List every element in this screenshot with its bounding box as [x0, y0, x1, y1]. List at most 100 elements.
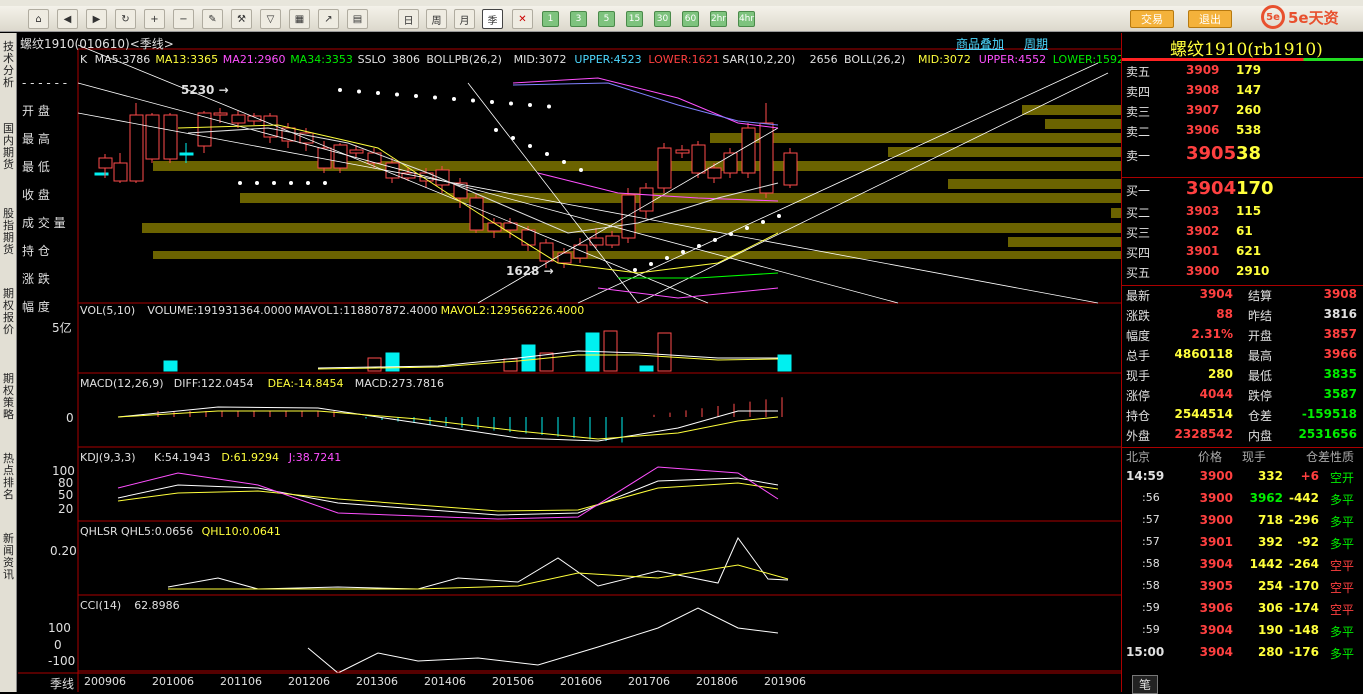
candle-body — [213, 112, 228, 116]
macd-axis-label: 0 — [66, 411, 74, 425]
chart-canvas — [18, 44, 1121, 692]
tick-volume: 254 — [1257, 579, 1283, 593]
sidebar-tab-5[interactable]: 热点排名 — [1, 453, 16, 501]
volume-profile-bar — [1111, 208, 1121, 218]
orange-button-交易[interactable]: 交易 — [1130, 10, 1174, 28]
sidebar-menu-item[interactable]: 最 高 — [22, 125, 76, 153]
sidebar-tab-3[interactable]: 期权报价 — [1, 288, 16, 336]
volume-bar — [639, 365, 654, 372]
home-icon[interactable]: ⌂ — [28, 9, 49, 29]
xaxis-tick: 201106 — [220, 675, 262, 688]
stat-label: 涨停 — [1126, 389, 1151, 403]
sidebar-menu-item[interactable]: 成 交 量 — [22, 209, 76, 237]
ask-price: 3908 — [1186, 83, 1220, 97]
sar-dot — [562, 160, 566, 164]
period-button-3[interactable]: 3 — [570, 11, 587, 27]
chart-icon[interactable]: ↗ — [318, 9, 339, 29]
stat-value: 2544514 — [1174, 407, 1233, 421]
bid-price: 3904 — [1186, 178, 1237, 199]
ma21-value: MA21:2960 — [222, 53, 286, 66]
period-button-4hr[interactable]: 4hr — [738, 11, 755, 27]
sar-dot — [323, 181, 327, 185]
period-button-2hr[interactable]: 2hr — [710, 11, 727, 27]
zoom-out-icon[interactable]: − — [173, 9, 194, 29]
sidebar-tab-0[interactable]: 技术分析 — [1, 41, 16, 89]
candle-body — [179, 152, 194, 156]
tick-time: :57 — [1142, 513, 1160, 526]
tick-volume: 392 — [1257, 535, 1283, 549]
bollpb-upper: UPPER:4523 — [574, 53, 642, 66]
sidebar-menu-item[interactable]: 开 盘 — [22, 97, 76, 125]
sidebar-menu-item[interactable]: 最 低 — [22, 153, 76, 181]
mavol2-value: MAVOL2:129566226.4000 — [440, 304, 585, 317]
boll-upper-line — [512, 77, 779, 129]
bottom-tab[interactable]: 笔 — [1132, 675, 1159, 694]
candle-body — [675, 149, 690, 154]
period-button-60[interactable]: 60 — [682, 11, 699, 27]
sidebar-tab-1[interactable]: 国内期货 — [1, 123, 16, 171]
sidebar-tab-2[interactable]: 股指期货 — [1, 208, 16, 256]
tick-volume: 190 — [1257, 623, 1283, 637]
tick-price: 3900 — [1199, 491, 1233, 505]
cci-label: CCI(14) — [80, 599, 122, 612]
volume-bar — [603, 330, 618, 372]
sar-dot — [547, 104, 551, 109]
tick-nature: 多平 — [1330, 537, 1355, 551]
tool-icon[interactable]: ⚒ — [231, 9, 252, 29]
calendar-icon[interactable]: ▤ — [347, 9, 368, 29]
forward-icon[interactable]: ▶ — [86, 9, 107, 29]
kdj-label: KDJ(9,3,3) — [80, 451, 136, 464]
stat-value: 3904 — [1199, 287, 1233, 301]
table-icon[interactable]: ▦ — [289, 9, 310, 29]
period-link[interactable]: 周期 — [1024, 35, 1048, 52]
candle-body — [333, 144, 348, 169]
sar-dot — [633, 268, 637, 272]
quote-title: 螺纹1910(rb1910) — [1170, 40, 1323, 60]
kdj-k: K:54.1943 — [154, 451, 211, 464]
period-button-周[interactable]: 周 — [426, 9, 447, 29]
sar-dot — [272, 181, 276, 185]
period-button-季[interactable]: 季 — [482, 9, 503, 29]
tick-oi-change: +6 — [1300, 469, 1319, 483]
sidebar-menu-item[interactable]: 涨 跌 — [22, 265, 76, 293]
stat-value: 2328542 — [1174, 427, 1233, 441]
candle-body — [557, 252, 572, 264]
close-icon[interactable]: ✕ — [512, 9, 533, 29]
chart-area[interactable]: 螺纹1910(010610)<季线> 商品叠加 周期 K MA5:3786 MA13… — [18, 33, 1124, 692]
period-button-5[interactable]: 5 — [598, 11, 615, 27]
boll-label: BOLL(26,2) — [844, 53, 906, 66]
chart-title: 螺纹1910(010610)<季线> — [20, 37, 174, 51]
back-icon[interactable]: ◀ — [57, 9, 78, 29]
sidebar-menu-item[interactable]: 幅 度 — [22, 293, 76, 321]
ask-price: 3907 — [1186, 103, 1220, 117]
ticks-header: 仓差 — [1306, 450, 1331, 464]
commodity-overlay-link[interactable]: 商品叠加 — [956, 35, 1004, 52]
sidebar-tab-4[interactable]: 期权策略 — [1, 373, 16, 421]
tick-time: 15:00 — [1126, 645, 1165, 659]
orange-button-退出[interactable]: 退出 — [1188, 10, 1232, 28]
zoom-in-icon[interactable]: + — [144, 9, 165, 29]
sidebar-menu-item[interactable]: 持 仓 — [22, 237, 76, 265]
period-button-月[interactable]: 月 — [454, 9, 475, 29]
tick-oi-change: -170 — [1288, 579, 1319, 593]
filter-icon[interactable]: ▽ — [260, 9, 281, 29]
logo: 5e 5e天资 — [1255, 0, 1363, 34]
stat-label: 最低 — [1248, 369, 1273, 383]
qhl10-value: QHL10:0.0641 — [201, 525, 281, 538]
period-button-30[interactable]: 30 — [654, 11, 671, 27]
sar-label: SAR(10,2,20) — [722, 53, 796, 66]
macd-dea-line — [117, 410, 779, 440]
pen-icon[interactable]: ✎ — [202, 9, 223, 29]
period-button-1[interactable]: 1 — [542, 11, 559, 27]
ma5-value: MA5:3786 — [94, 53, 151, 66]
bid-price: 3902 — [1186, 224, 1220, 238]
period-button-15[interactable]: 15 — [626, 11, 643, 27]
candle-body — [707, 167, 722, 179]
volume-profile-bar — [1008, 237, 1121, 247]
sidebar-tab-6[interactable]: 新闻资讯 — [1, 533, 16, 581]
refresh-icon[interactable]: ↻ — [115, 9, 136, 29]
period-button-日[interactable]: 日 — [398, 9, 419, 29]
sidebar-menu-item[interactable]: 收 盘 — [22, 181, 76, 209]
stat-value: 3857 — [1323, 327, 1357, 341]
sar-dot — [745, 226, 749, 230]
